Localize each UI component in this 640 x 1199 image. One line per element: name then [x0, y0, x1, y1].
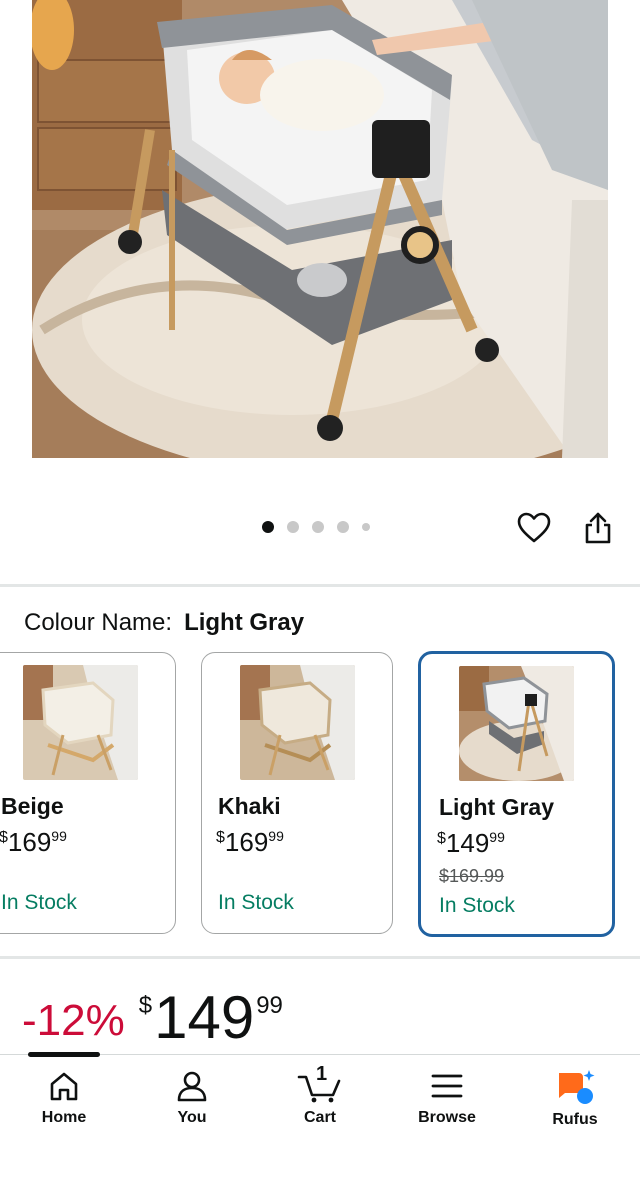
wishlist-button[interactable]: [514, 508, 554, 548]
product-image-gallery[interactable]: [0, 0, 640, 500]
colour-label-text: Colour Name:: [24, 609, 173, 636]
rufus-icon: [559, 1070, 595, 1104]
colour-option-name: Light Gray: [439, 794, 555, 820]
carousel-dot[interactable]: [287, 521, 299, 533]
price-fraction: 99: [256, 992, 283, 1019]
currency-symbol: $: [437, 830, 446, 847]
colour-option-name: Beige: [1, 793, 64, 819]
cart-count-badge: 1: [316, 1063, 328, 1085]
carousel-dot[interactable]: [362, 523, 370, 531]
nav-rufus[interactable]: Rufus: [525, 1069, 625, 1149]
bottom-navigation: Home You 1 Cart Browse Rufus: [0, 1052, 640, 1199]
beige-bassinet-thumbnail: [23, 665, 138, 780]
stock-status: In Stock: [439, 894, 515, 917]
stock-status: In Stock: [218, 891, 294, 914]
colour-option-beige[interactable]: Beige $16999 In Stock: [0, 652, 176, 934]
colour-option-price: $16999: [0, 827, 67, 858]
section-divider: [0, 956, 640, 959]
colour-thumbnail: [459, 666, 574, 781]
carousel-dot[interactable]: [337, 521, 349, 533]
home-icon: [50, 1072, 78, 1101]
khaki-bassinet-thumbnail: [240, 665, 355, 780]
colour-thumbnail: [23, 665, 138, 780]
carousel-dot[interactable]: [312, 521, 324, 533]
nav-cart[interactable]: 1 Cart: [270, 1063, 370, 1149]
carousel-dot[interactable]: [262, 521, 274, 533]
light-gray-bassinet-thumbnail: [459, 666, 574, 781]
colour-name-label: Colour Name: Light Gray: [24, 609, 304, 637]
nav-you[interactable]: You: [142, 1069, 242, 1149]
nav-label: You: [177, 1109, 207, 1126]
price-whole: 149: [154, 984, 255, 1051]
discount-percent: -12%: [22, 996, 125, 1045]
nav-label: Browse: [418, 1109, 476, 1126]
price-whole: 149: [445, 828, 490, 858]
active-tab-indicator: [28, 1052, 100, 1057]
cart-icon-wrap: 1: [297, 1063, 343, 1103]
nav-label: Rufus: [552, 1111, 598, 1128]
colour-option-light-gray[interactable]: Light Gray $14999 $169.99 In Stock: [418, 651, 615, 937]
price-whole: 169: [7, 827, 52, 857]
colour-thumbnail: [240, 665, 355, 780]
carousel-indicator[interactable]: [262, 521, 370, 533]
colour-option-khaki[interactable]: Khaki $16999 In Stock: [201, 652, 393, 934]
deal-price: -12% $ 149 99: [22, 988, 283, 1048]
heart-icon: [517, 512, 551, 543]
price-whole: 169: [224, 827, 269, 857]
section-divider: [0, 584, 640, 587]
list-price: $169.99: [439, 866, 505, 886]
nav-label: Cart: [303, 1109, 336, 1126]
nav-browse[interactable]: Browse: [397, 1069, 497, 1149]
selected-colour: Light Gray: [184, 609, 305, 636]
colour-option-name: Khaki: [218, 793, 281, 819]
price-fraction: 99: [489, 829, 505, 845]
menu-icon: [431, 1074, 463, 1098]
colour-option-price: $14999: [437, 828, 505, 859]
bassinet-photo: [32, 0, 608, 458]
nav-label: Home: [41, 1109, 87, 1126]
nav-home[interactable]: Home: [14, 1069, 114, 1149]
stock-status: In Stock: [1, 891, 77, 914]
currency-symbol: $: [216, 829, 225, 846]
colour-option-price: $16999: [216, 827, 284, 858]
price-fraction: 99: [51, 828, 67, 844]
product-image[interactable]: [32, 0, 608, 458]
price-fraction: 99: [268, 828, 284, 844]
share-icon: [585, 512, 611, 544]
currency-symbol: $: [0, 829, 8, 846]
currency-symbol: $: [138, 992, 153, 1019]
user-icon: [177, 1071, 207, 1102]
share-button[interactable]: [578, 508, 618, 548]
